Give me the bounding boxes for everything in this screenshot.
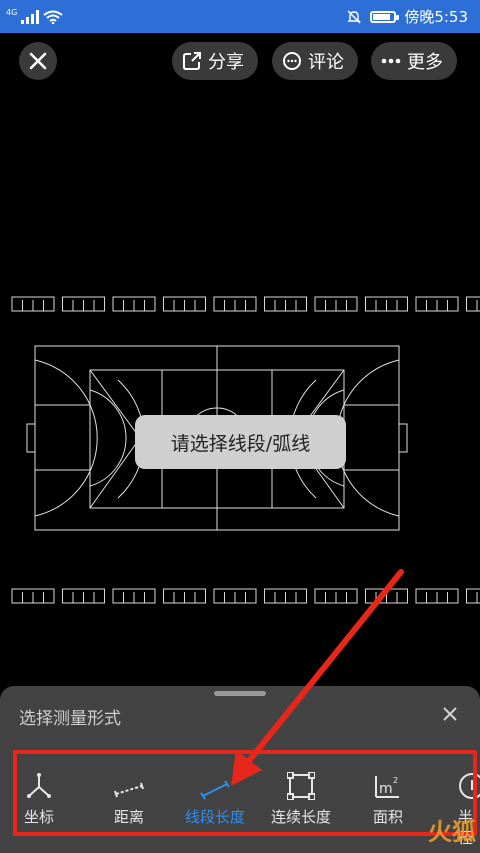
annotation-arrow xyxy=(231,569,404,786)
watermark-logo: 火狐 xyxy=(428,818,476,846)
